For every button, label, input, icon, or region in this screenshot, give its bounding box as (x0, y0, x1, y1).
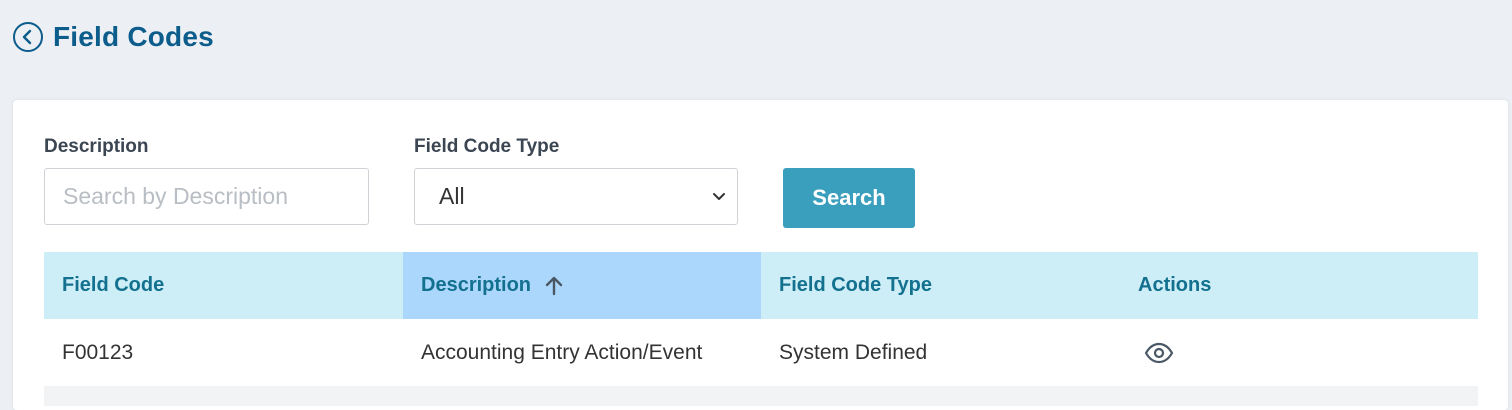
chevron-down-icon (713, 192, 725, 200)
arrow-up-icon (543, 275, 565, 297)
column-header-description[interactable]: Description (403, 252, 761, 319)
column-header-label: Field Code (62, 274, 165, 296)
table-row: F00123 Accounting Entry Action/Event Sys… (44, 319, 1478, 386)
column-header-field-code-type[interactable]: Field Code Type (761, 252, 1119, 319)
chevron-left-icon (22, 29, 32, 45)
search-button[interactable]: Search (783, 168, 915, 228)
cell-description: Accounting Entry Action/Event (421, 340, 703, 364)
field-code-type-label: Field Code Type (414, 136, 560, 157)
filter-card: Description Field Code Type All Search F… (13, 100, 1508, 410)
column-header-label: Field Code Type (779, 274, 932, 296)
view-button[interactable] (1144, 342, 1174, 364)
cell-field-code-type: System Defined (779, 340, 928, 364)
page-title: Field Codes (53, 21, 214, 52)
back-button[interactable] (13, 22, 43, 52)
column-header-field-code[interactable]: Field Code (44, 252, 403, 319)
page-header: Field Codes (13, 20, 214, 54)
cell-actions (1120, 319, 1478, 386)
table-row (44, 386, 1478, 406)
field-code-type-select[interactable]: All (414, 168, 738, 225)
column-header-actions: Actions (1120, 252, 1478, 319)
description-search-input[interactable] (44, 168, 369, 225)
column-header-label: Description (421, 274, 532, 296)
eye-icon (1144, 342, 1174, 363)
field-code-type-selected: All (439, 183, 465, 209)
column-header-label: Actions (1138, 274, 1212, 296)
cell-field-code: F00123 (62, 340, 134, 364)
table-header: Field Code Description Field Code Type A… (44, 252, 1478, 319)
description-label: Description (44, 136, 149, 157)
